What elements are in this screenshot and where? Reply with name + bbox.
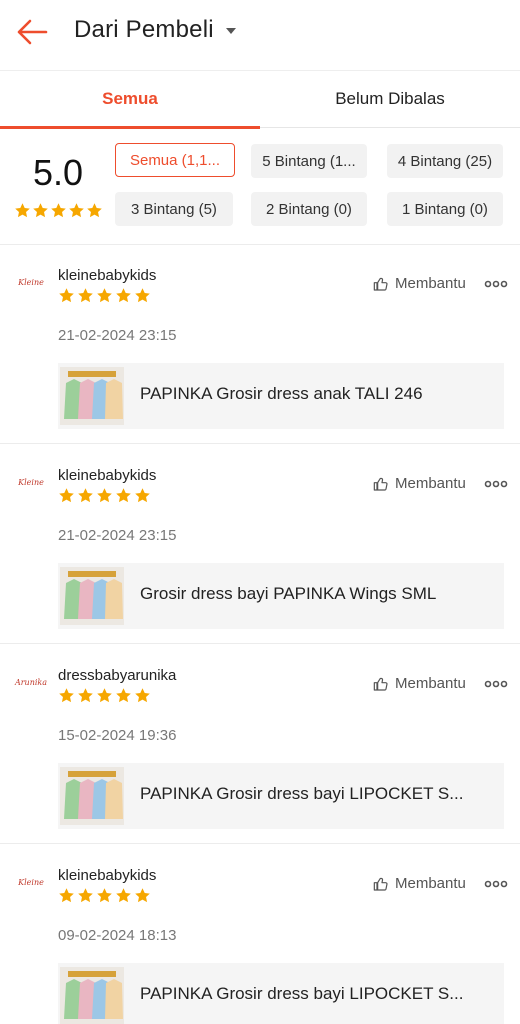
star-icon (59, 888, 74, 903)
back-arrow-icon[interactable] (16, 18, 48, 46)
thumbs-up-icon (373, 877, 388, 891)
star-icon (97, 488, 112, 503)
helpful-label: Membantu (395, 475, 466, 492)
thumbs-up-icon (373, 677, 388, 691)
product-thumbnail (60, 567, 124, 625)
reviewer-username: kleinebabykids (58, 867, 157, 884)
divider (0, 443, 520, 444)
more-options-icon[interactable] (484, 879, 508, 889)
star-icon (97, 288, 112, 303)
review-card: Kleine kleinebabykids Membantu 21-02-202… (0, 445, 520, 645)
review-stars (58, 487, 151, 504)
page-title: Dari Pembeli (74, 16, 214, 43)
star-icon (135, 288, 150, 303)
rating-summary: 5.0 Semua (1,1... 5 Bintang (1... 4 Bint… (0, 128, 520, 244)
reviewer-username: kleinebabykids (58, 467, 157, 484)
star-icon (116, 288, 131, 303)
avatar[interactable]: Kleine (14, 265, 48, 299)
product-card[interactable]: PAPINKA Grosir dress bayi LIPOCKET S... (58, 763, 504, 829)
filter-chip-4-star[interactable]: 4 Bintang (25) (387, 144, 503, 178)
review-date: 21-02-2024 23:15 (58, 327, 177, 344)
filter-chip-5-star[interactable]: 5 Bintang (1... (251, 144, 367, 178)
star-icon (78, 488, 93, 503)
product-name: PAPINKA Grosir dress bayi LIPOCKET S... (140, 784, 464, 803)
product-thumbnail (60, 767, 124, 825)
star-icon (135, 688, 150, 703)
review-stars (58, 287, 151, 304)
tab-belum-dibalas[interactable]: Belum Dibalas (260, 71, 520, 127)
avatar[interactable]: Arunika (14, 665, 48, 699)
product-card[interactable]: PAPINKA Grosir dress anak TALI 246 (58, 363, 504, 429)
star-icon (33, 203, 48, 218)
star-icon (78, 688, 93, 703)
star-icon (78, 888, 93, 903)
average-stars (14, 202, 103, 219)
tab-bar: Semua Belum Dibalas (0, 70, 520, 129)
filter-chip-2-star[interactable]: 2 Bintang (0) (251, 192, 367, 226)
review-card: Kleine kleinebabykids Membantu 09-02-202… (0, 845, 520, 1024)
reviewer-username: dressbabyarunika (58, 667, 177, 684)
star-icon (116, 888, 131, 903)
review-date: 09-02-2024 18:13 (58, 927, 177, 944)
star-icon (59, 688, 74, 703)
review-stars (58, 687, 151, 704)
star-icon (135, 488, 150, 503)
star-icon (51, 203, 66, 218)
divider (0, 643, 520, 644)
star-icon (59, 488, 74, 503)
helpful-label: Membantu (395, 875, 466, 892)
avatar[interactable]: Kleine (14, 465, 48, 499)
review-card: Kleine kleinebabykids Membantu 21-02-202… (0, 245, 520, 445)
star-icon (116, 688, 131, 703)
star-icon (69, 203, 84, 218)
star-icon (15, 203, 30, 218)
tab-semua[interactable]: Semua (0, 71, 260, 129)
helpful-button[interactable]: Membantu (373, 675, 466, 692)
review-card: Arunika dressbabyarunika Membantu 15-02-… (0, 645, 520, 845)
divider (0, 843, 520, 844)
helpful-button[interactable]: Membantu (373, 475, 466, 492)
header-bar: Dari Pembeli (0, 0, 520, 70)
more-options-icon[interactable] (484, 479, 508, 489)
product-card[interactable]: Grosir dress bayi PAPINKA Wings SML (58, 563, 504, 629)
thumbs-up-icon (373, 477, 388, 491)
avatar[interactable]: Kleine (14, 865, 48, 899)
product-name: Grosir dress bayi PAPINKA Wings SML (140, 584, 437, 603)
helpful-label: Membantu (395, 675, 466, 692)
product-name: PAPINKA Grosir dress bayi LIPOCKET S... (140, 984, 464, 1003)
star-icon (97, 688, 112, 703)
helpful-label: Membantu (395, 275, 466, 292)
review-stars (58, 887, 151, 904)
review-date: 21-02-2024 23:15 (58, 527, 177, 544)
star-icon (78, 288, 93, 303)
star-icon (97, 888, 112, 903)
product-thumbnail (60, 367, 124, 425)
average-score: 5.0 (32, 152, 84, 193)
star-icon (87, 203, 102, 218)
helpful-button[interactable]: Membantu (373, 875, 466, 892)
product-thumbnail (60, 967, 124, 1024)
caret-down-icon (225, 28, 236, 34)
reviewer-username: kleinebabykids (58, 267, 157, 284)
product-card[interactable]: PAPINKA Grosir dress bayi LIPOCKET S... (58, 963, 504, 1024)
star-icon (116, 488, 131, 503)
product-name: PAPINKA Grosir dress anak TALI 246 (140, 384, 423, 403)
more-options-icon[interactable] (484, 279, 508, 289)
thumbs-up-icon (373, 277, 388, 291)
filter-chip-all[interactable]: Semua (1,1... (115, 143, 235, 177)
filter-chip-1-star[interactable]: 1 Bintang (0) (387, 192, 503, 226)
source-dropdown[interactable]: Dari Pembeli (74, 16, 236, 44)
more-options-icon[interactable] (484, 679, 508, 689)
star-icon (59, 288, 74, 303)
filter-chip-3-star[interactable]: 3 Bintang (5) (115, 192, 233, 226)
helpful-button[interactable]: Membantu (373, 275, 466, 292)
review-date: 15-02-2024 19:36 (58, 727, 177, 744)
star-icon (135, 888, 150, 903)
